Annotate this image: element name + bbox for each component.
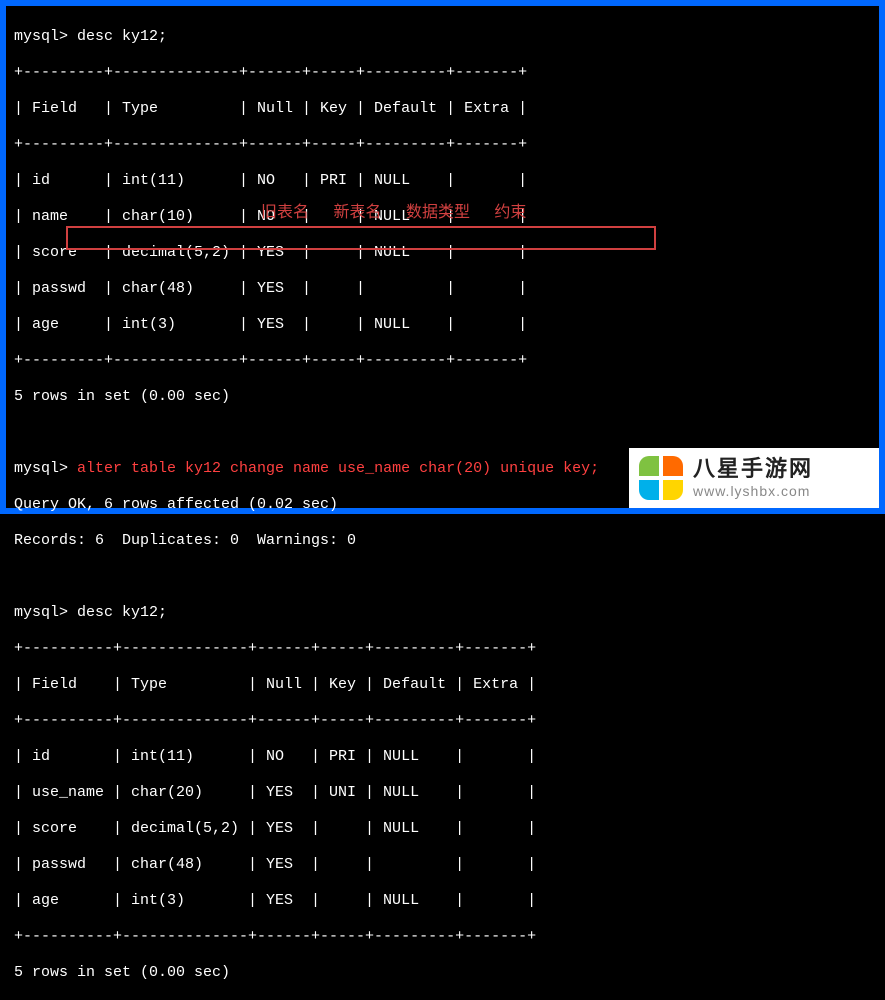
- table-row: | score | decimal(5,2) | YES | | NULL | …: [14, 244, 871, 262]
- watermark-logo-icon: [639, 456, 683, 500]
- table-separator: +----------+--------------+------+-----+…: [14, 712, 871, 730]
- annotation-labels: 旧表名 新表名 数据类型 约束: [261, 203, 546, 222]
- query-result: 5 rows in set (0.00 sec): [14, 388, 871, 406]
- watermark-title: 八星手游网: [693, 456, 813, 482]
- query-response: Records: 6 Duplicates: 0 Warnings: 0: [14, 532, 871, 550]
- annotation-datatype: 数据类型: [406, 204, 470, 221]
- mysql-command-line: mysql> desc ky12;: [14, 604, 871, 622]
- table-separator: +---------+--------------+------+-----+-…: [14, 352, 871, 370]
- table-row: | id | int(11) | NO | PRI | NULL | |: [14, 748, 871, 766]
- table-row: | age | int(3) | YES | | NULL | |: [14, 316, 871, 334]
- query-result: 5 rows in set (0.00 sec): [14, 964, 871, 982]
- watermark: 八星手游网 www.lyshbx.com: [629, 448, 879, 508]
- blank-line: [14, 424, 871, 442]
- alter-command: alter table ky12 change name use_name ch…: [77, 460, 599, 477]
- table-row: | use_name | char(20) | YES | UNI | NULL…: [14, 784, 871, 802]
- table-row: | age | int(3) | YES | | NULL | |: [14, 892, 871, 910]
- watermark-url: www.lyshbx.com: [693, 483, 813, 500]
- table-row: | score | decimal(5,2) | YES | | NULL | …: [14, 820, 871, 838]
- table-header: | Field | Type | Null | Key | Default | …: [14, 676, 871, 694]
- table-header: | Field | Type | Null | Key | Default | …: [14, 100, 871, 118]
- annotation-old-table: 旧表名: [261, 204, 309, 221]
- table-separator: +---------+--------------+------+-----+-…: [14, 64, 871, 82]
- table-separator: +----------+--------------+------+-----+…: [14, 928, 871, 946]
- table-separator: +----------+--------------+------+-----+…: [14, 640, 871, 658]
- table-separator: +---------+--------------+------+-----+-…: [14, 136, 871, 154]
- table-row: | passwd | char(48) | YES | | | |: [14, 856, 871, 874]
- annotation-new-table: 新表名: [333, 204, 381, 221]
- table-row: | id | int(11) | NO | PRI | NULL | |: [14, 172, 871, 190]
- annotation-constraint: 约束: [494, 204, 526, 221]
- mysql-command-line: mysql> desc ky12;: [14, 28, 871, 46]
- blank-line: [14, 568, 871, 586]
- table-row: | passwd | char(48) | YES | | | |: [14, 280, 871, 298]
